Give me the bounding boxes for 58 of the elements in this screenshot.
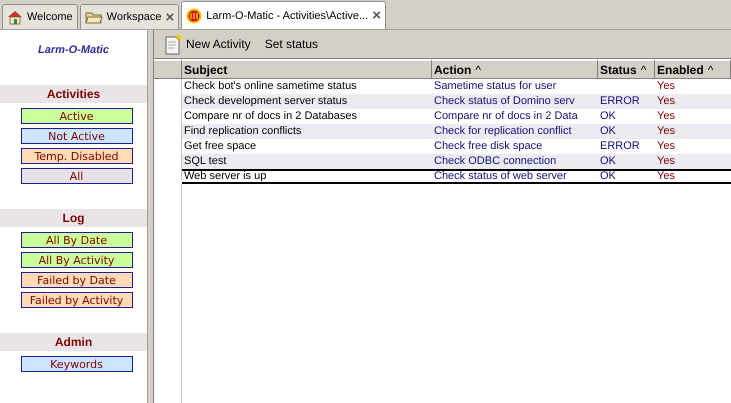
table-cell: Web server is up (182, 169, 432, 184)
table-cell-text: Compare nr of docs in 2 Databases (183, 109, 358, 124)
nav-button[interactable]: Not Active (20, 128, 132, 144)
app-title: Larm-O-Matic (38, 44, 109, 56)
nav-button[interactable]: Keywords (20, 356, 132, 372)
column-header[interactable]: Action ^ (432, 59, 598, 79)
logo-icon (186, 8, 202, 24)
table-cell: Check ODBC connection (432, 154, 598, 169)
section-heading: Log (0, 209, 147, 227)
nav-button[interactable]: Active (20, 108, 132, 124)
column-header[interactable]: Status ^ (598, 59, 655, 79)
table-cell: Yes (655, 169, 731, 184)
table-cell: OK (598, 124, 655, 139)
table-cell: Yes (655, 154, 731, 169)
table-cell: Yes (655, 94, 731, 109)
section-heading: Activities (0, 85, 147, 103)
column-header[interactable]: Subject (182, 59, 432, 79)
table-cell-text: OK (599, 109, 617, 124)
table-cell-text: ERROR (599, 139, 641, 154)
table-cell-text: Compare nr of docs in 2 Data (433, 109, 579, 124)
sort-icon[interactable]: ^ (640, 62, 646, 76)
table-cell-text: Get free space (183, 139, 258, 154)
table-cell: Check for replication conflict (432, 124, 598, 139)
table-cell: OK (598, 169, 655, 184)
toolbar-button[interactable]: Set status (260, 37, 322, 51)
table-cell: SQL test (182, 154, 432, 169)
nav-button[interactable]: Failed by Date (20, 272, 132, 288)
column-header[interactable]: Enabled ^ (655, 59, 731, 79)
nav-button[interactable]: Temp. Disabled (20, 148, 132, 164)
close-icon[interactable]: × (372, 8, 381, 23)
toolbar-button[interactable]: New Activity (160, 33, 255, 55)
nav-button[interactable]: Failed by Activity (20, 292, 132, 308)
nav-button[interactable]: All (20, 168, 132, 184)
tab[interactable]: Larm-O-Matic - Activities\Active... × (181, 1, 386, 29)
new-document-icon (164, 33, 184, 55)
table-cell-text: Yes (656, 109, 676, 124)
close-icon[interactable]: × (165, 10, 174, 24)
sort-icon[interactable]: ^ (708, 62, 714, 76)
table-cell: Check status of Domino serv (432, 94, 598, 109)
table-cell-text: Check bot's online sametime status (183, 79, 358, 94)
house-icon (7, 9, 23, 25)
section-heading: Admin (0, 333, 147, 351)
table-cell: OK (598, 154, 655, 169)
nav-button[interactable]: All By Activity (20, 252, 132, 268)
tab[interactable]: Workspace × (80, 4, 180, 29)
table-cell-text: Sametime status for user (433, 79, 558, 94)
tab[interactable]: Welcome (2, 4, 78, 29)
table-cell-text: Check free disk space (433, 139, 544, 154)
table-cell: Check development server status (182, 94, 432, 109)
sort-icon[interactable]: ^ (475, 62, 481, 76)
table-cell: Find replication conflicts (182, 124, 432, 139)
nav-button[interactable]: All By Date (20, 232, 132, 248)
table-cell: ERROR (598, 94, 655, 109)
splitter[interactable] (147, 30, 154, 403)
table-cell-text: Yes (656, 139, 676, 154)
table-cell-text: Yes (656, 79, 676, 94)
table-cell: Check status of web server (432, 169, 598, 184)
table-cell: Yes (655, 124, 731, 139)
